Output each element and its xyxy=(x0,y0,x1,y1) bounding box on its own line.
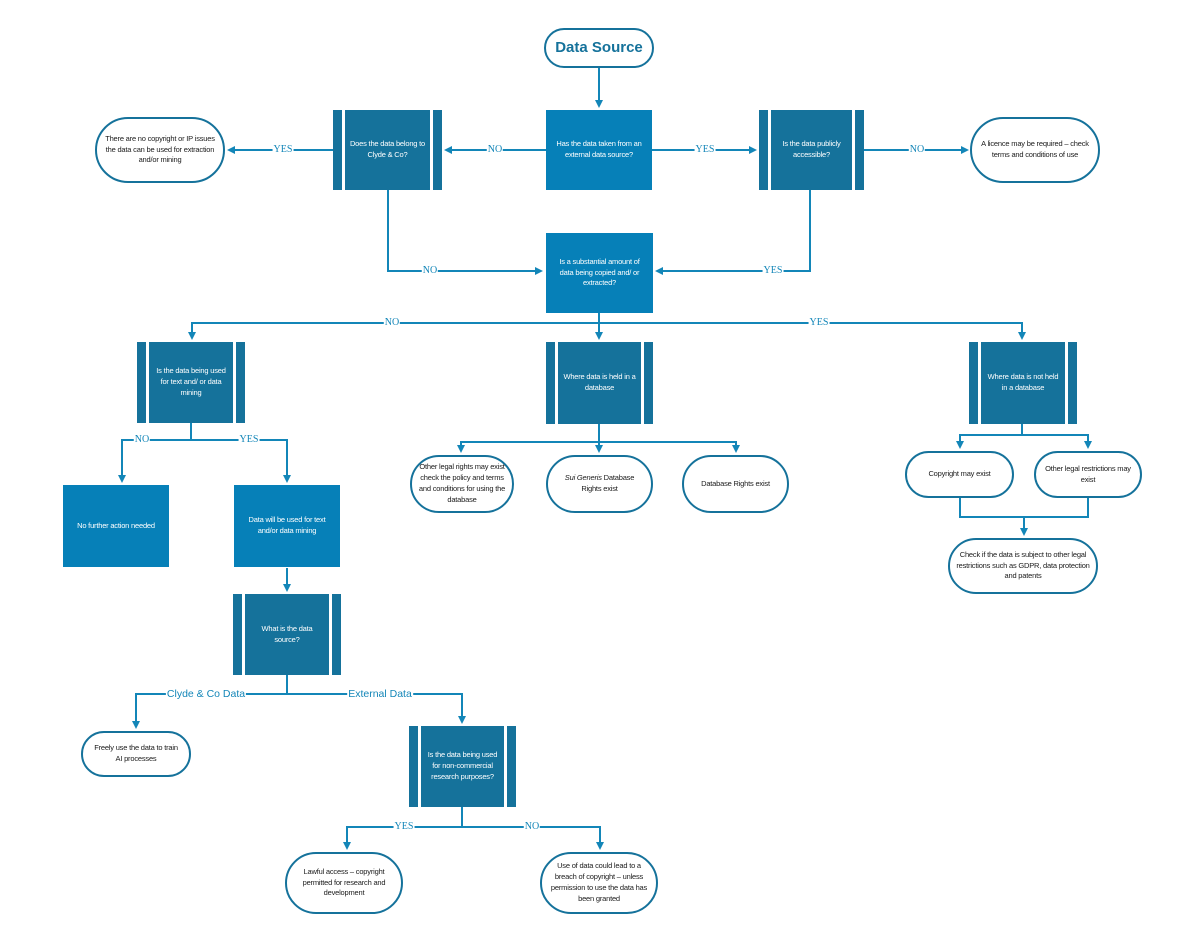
edge-db-other xyxy=(457,441,599,453)
node-text: Is the data being used for text and/ or … xyxy=(156,366,226,397)
node-text: A licence may be required – check terms … xyxy=(981,139,1089,159)
edge-label-clyde-data: Clyde & Co Data xyxy=(165,688,247,700)
edge-label-yes: YES xyxy=(272,144,294,156)
node-text: Is the data being used for non-commercia… xyxy=(427,750,498,781)
decision-belongs-to-clyde[interactable]: Does the data belong to Clyde & Co? xyxy=(333,110,442,190)
node-text: Freely use the data to train AI processe… xyxy=(94,743,178,763)
node-text: Data will be used for text and/or data m… xyxy=(248,515,326,535)
decision-what-is-source[interactable]: What is the data source? xyxy=(233,594,341,675)
node-text: Other legal rights may exist check the p… xyxy=(418,462,506,504)
edge-label-no: NO xyxy=(486,144,504,156)
node-text: What is the data source? xyxy=(261,623,313,644)
node-text: Does the data belong to Clyde & Co? xyxy=(349,139,426,159)
outcome-no-further-action[interactable]: No further action needed xyxy=(63,485,169,567)
node-text: No further action needed xyxy=(77,520,155,530)
start-node-data-source[interactable]: Data Source xyxy=(544,28,654,68)
decision-substantial-amount[interactable]: Is a substantial amount of data being co… xyxy=(546,233,653,313)
node-text: Is a substantial amount of data being co… xyxy=(559,256,640,288)
decision-external-source[interactable]: Has the data taken from an external data… xyxy=(546,110,652,190)
node-text: Where data is not held in a database xyxy=(987,372,1059,392)
edge-label-external-data: External Data xyxy=(347,688,413,700)
edge-label-yes: YES xyxy=(393,821,415,833)
outcome-breach-copyright[interactable]: Use of data could lead to a breach of co… xyxy=(540,852,658,914)
decision-text-mining[interactable]: Is the data being used for text and/ or … xyxy=(137,342,245,423)
edge-label-no: NO xyxy=(383,317,401,329)
edge-label-yes: YES xyxy=(762,265,784,277)
node-text: Sui Generis Database Rights exist xyxy=(548,473,651,495)
edge-notdb-branches xyxy=(956,424,1023,449)
outcome-lawful-access[interactable]: Lawful access – copyright permitted for … xyxy=(285,852,403,914)
sui-generis-term: Sui Generis xyxy=(564,473,602,483)
outcome-sui-generis[interactable]: Sui Generis Database Rights exist xyxy=(546,455,653,513)
edge-label-yes: YES xyxy=(694,144,716,156)
edge-label-no: NO xyxy=(421,265,439,277)
outcome-freely-use[interactable]: Freely use the data to train AI processe… xyxy=(81,731,191,777)
node-text: Has the data taken from an external data… xyxy=(556,139,642,159)
node-text: Check if the data is subject to other le… xyxy=(956,549,1090,581)
node-text: Copyright may exist xyxy=(928,469,991,479)
edge-public-yes xyxy=(655,189,811,275)
edge-textmining-no xyxy=(118,423,192,483)
decision-publicly-accessible[interactable]: Is the data publicly accessible? xyxy=(759,110,864,190)
node-text: Database Rights exist xyxy=(701,478,770,488)
node-text: There are no copyright or IP issues the … xyxy=(105,133,215,165)
node-text: Other legal restrictions may exist xyxy=(1045,463,1131,484)
edge-label-no: NO xyxy=(908,144,926,156)
start-label: Data Source xyxy=(555,39,643,57)
edge-textmining-yes xyxy=(191,439,291,483)
node-other-legal-restrictions[interactable]: Other legal restrictions may exist xyxy=(1034,451,1142,498)
edge-db-rights xyxy=(599,441,740,453)
edge-label-yes: YES xyxy=(238,434,260,446)
node-text: Where data is held in a database xyxy=(563,372,636,392)
node-text: Lawful access – copyright permitted for … xyxy=(302,866,386,898)
edge-belongs-no xyxy=(387,189,543,275)
outcome-check-gdpr[interactable]: Check if the data is subject to other le… xyxy=(948,538,1098,594)
node-held-in-database[interactable]: Where data is held in a database xyxy=(546,342,653,424)
edge-label-no: NO xyxy=(133,434,151,446)
node-will-be-used-mining[interactable]: Data will be used for text and/or data m… xyxy=(234,485,340,567)
node-text: Is the data publicly accessible? xyxy=(782,139,841,159)
node-copyright-may-exist[interactable]: Copyright may exist xyxy=(905,451,1014,498)
edge-label-no: NO xyxy=(523,821,541,833)
decision-non-commercial[interactable]: Is the data being used for non-commercia… xyxy=(409,726,516,807)
edge-notdb-other xyxy=(1022,434,1092,449)
node-not-held-in-database[interactable]: Where data is not held in a database xyxy=(969,342,1077,424)
edge-label-yes: YES xyxy=(808,317,830,329)
outcome-database-rights[interactable]: Database Rights exist xyxy=(682,455,789,513)
edge-merge-gdpr xyxy=(959,498,1089,518)
outcome-no-ip-issues[interactable]: There are no copyright or IP issues the … xyxy=(95,117,225,183)
outcome-licence-required[interactable]: A licence may be required – check terms … xyxy=(970,117,1100,183)
node-text: Use of data could lead to a breach of co… xyxy=(550,861,648,903)
outcome-other-legal-rights[interactable]: Other legal rights may exist check the p… xyxy=(410,455,514,513)
